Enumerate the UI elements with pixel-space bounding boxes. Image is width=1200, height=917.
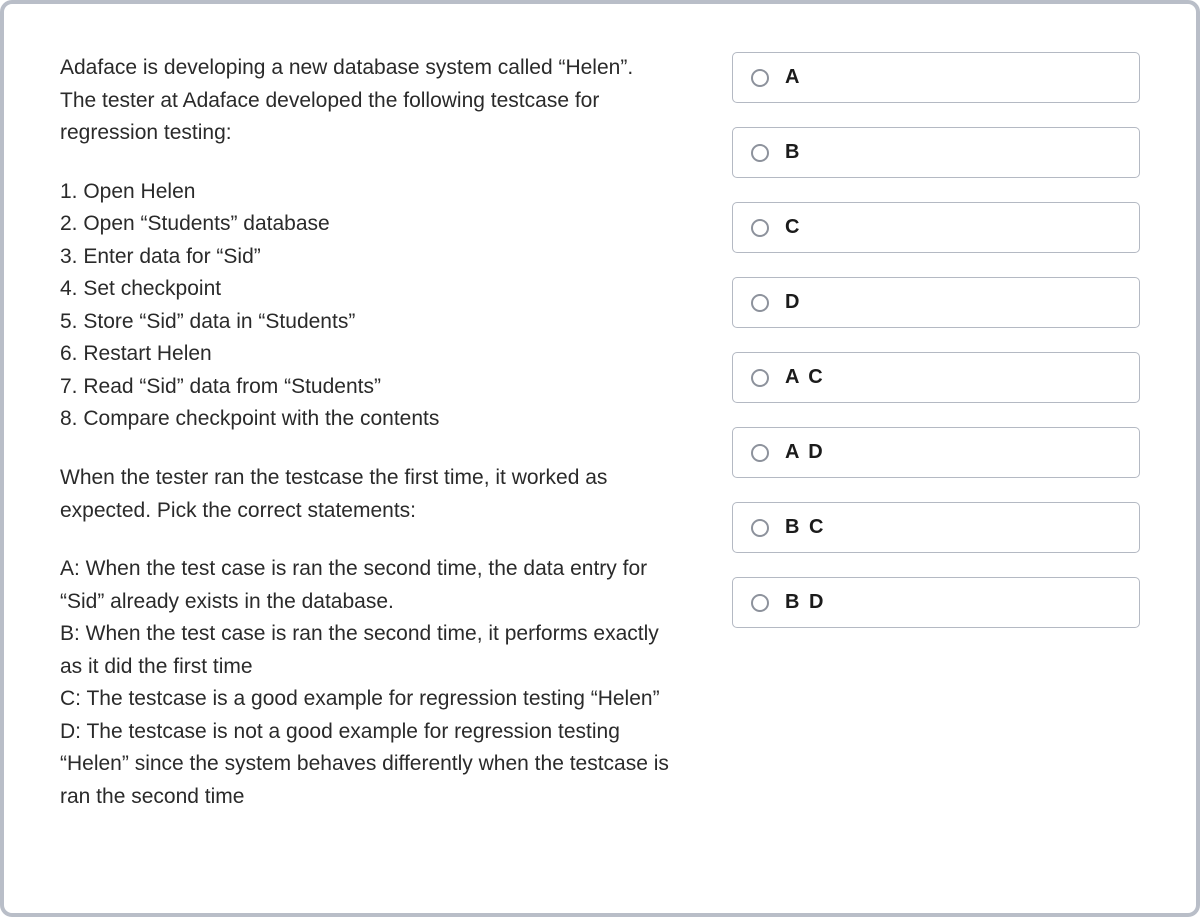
option-label: D bbox=[785, 291, 801, 314]
option-d[interactable]: D bbox=[732, 277, 1140, 328]
step-4: 4. Set checkpoint bbox=[60, 273, 672, 306]
radio-icon bbox=[751, 519, 769, 537]
step-5: 5. Store “Sid” data in “Students” bbox=[60, 306, 672, 339]
question-statements: A: When the test case is ran the second … bbox=[60, 553, 672, 813]
step-3: 3. Enter data for “Sid” bbox=[60, 241, 672, 274]
option-c[interactable]: C bbox=[732, 202, 1140, 253]
option-label: B bbox=[785, 141, 801, 164]
radio-icon bbox=[751, 444, 769, 462]
option-label: B C bbox=[785, 516, 825, 539]
option-b[interactable]: B bbox=[732, 127, 1140, 178]
question-prompt: When the tester ran the testcase the fir… bbox=[60, 462, 672, 527]
option-ad[interactable]: A D bbox=[732, 427, 1140, 478]
step-2: 2. Open “Students” database bbox=[60, 208, 672, 241]
radio-icon bbox=[751, 144, 769, 162]
question-body: Adaface is developing a new database sys… bbox=[60, 52, 672, 865]
radio-icon bbox=[751, 69, 769, 87]
option-label: A D bbox=[785, 441, 825, 464]
option-label: A C bbox=[785, 366, 825, 389]
radio-icon bbox=[751, 369, 769, 387]
question-card: Adaface is developing a new database sys… bbox=[0, 0, 1200, 917]
step-1: 1. Open Helen bbox=[60, 176, 672, 209]
radio-icon bbox=[751, 594, 769, 612]
option-label: B D bbox=[785, 591, 825, 614]
answer-options: A B C D A C A D B C B D bbox=[732, 52, 1140, 865]
option-label: C bbox=[785, 216, 801, 239]
step-6: 6. Restart Helen bbox=[60, 338, 672, 371]
option-label: A bbox=[785, 66, 801, 89]
radio-icon bbox=[751, 219, 769, 237]
step-7: 7. Read “Sid” data from “Students” bbox=[60, 371, 672, 404]
question-intro: Adaface is developing a new database sys… bbox=[60, 52, 672, 150]
option-bd[interactable]: B D bbox=[732, 577, 1140, 628]
option-ac[interactable]: A C bbox=[732, 352, 1140, 403]
option-a[interactable]: A bbox=[732, 52, 1140, 103]
step-8: 8. Compare checkpoint with the contents bbox=[60, 403, 672, 436]
option-bc[interactable]: B C bbox=[732, 502, 1140, 553]
testcase-steps: 1. Open Helen 2. Open “Students” databas… bbox=[60, 176, 672, 436]
radio-icon bbox=[751, 294, 769, 312]
